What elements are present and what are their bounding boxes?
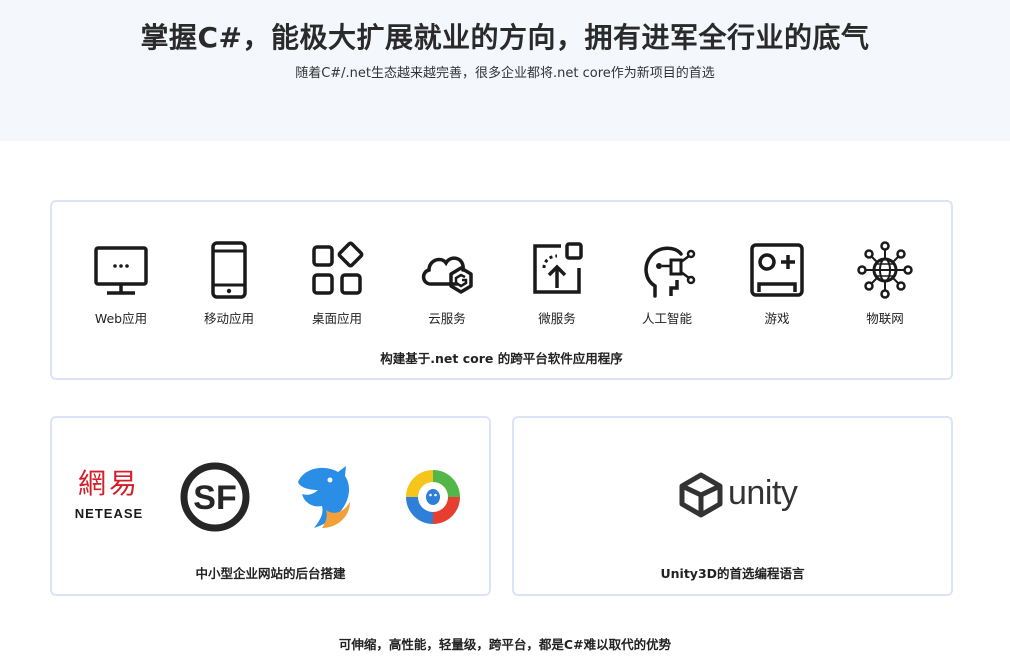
platform-ai[interactable]: 人工智能 xyxy=(612,240,722,327)
sf-express-logo: SF xyxy=(180,462,250,532)
hero-title: 掌握C#，能极大扩展就业的方向，拥有进军全行业的底气 xyxy=(140,21,870,54)
platform-label: 微服务 xyxy=(538,311,576,326)
platform-label: Web应用 xyxy=(94,311,148,326)
platform-microservice[interactable]: 微服务 xyxy=(502,240,612,327)
websites-card: 網易 NETEASE SF 中小型企业网站的后台搭建 xyxy=(50,416,491,596)
footer-text: 可伸缩，高性能，轻量级，跨平台，都是C#难以取代的优势 xyxy=(338,637,672,652)
netease-logo-cn: 網易 xyxy=(77,467,140,500)
platform-label: 移动应用 xyxy=(203,311,254,326)
hero-banner: 掌握C#，能极大扩展就业的方向，拥有进军全行业的底气 随着C#/.net生态越来… xyxy=(0,0,1010,141)
platforms-card: Web应用 移动应用 桌面应用 云服务 微服务 人工智能 游戏 物联网 构建基于… xyxy=(50,200,953,380)
platform-desktop[interactable]: 桌面应用 xyxy=(282,240,392,327)
netease-logo: 網易 NETEASE xyxy=(74,467,144,522)
microservice-icon xyxy=(533,242,583,294)
platform-iot[interactable]: 物联网 xyxy=(830,240,940,327)
platform-label: 人工智能 xyxy=(641,311,692,326)
ai-head-icon xyxy=(644,246,696,298)
unity-cube-icon xyxy=(679,472,723,518)
unity-card: unity Unity3D的首选编程语言 xyxy=(512,416,953,596)
platform-web[interactable]: Web应用 xyxy=(66,240,176,327)
platform-list: Web应用 移动应用 桌面应用 云服务 微服务 人工智能 游戏 物联网 xyxy=(52,240,951,330)
tencent-news-logo xyxy=(406,470,460,524)
ctrip-dolphin-logo xyxy=(298,466,350,528)
mobile-phone-icon xyxy=(211,241,247,299)
platform-label: 游戏 xyxy=(764,311,790,326)
unity-caption: Unity3D的首选编程语言 xyxy=(660,566,805,581)
sf-logo-text: SF xyxy=(193,479,236,517)
netease-logo-en: NETEASE xyxy=(74,506,144,521)
platform-label: 物联网 xyxy=(866,311,904,326)
platform-label: 桌面应用 xyxy=(311,311,362,326)
platform-mobile[interactable]: 移动应用 xyxy=(174,240,284,327)
hero-subtitle: 随着C#/.net生态越来越完善，很多企业都将.net core作为新项目的首选 xyxy=(295,66,715,81)
iot-globe-icon xyxy=(857,241,913,299)
platform-label: 云服务 xyxy=(428,311,466,326)
unity-logo-text: unity xyxy=(728,474,798,512)
monitor-icon xyxy=(94,246,148,295)
cloud-icon xyxy=(421,256,473,294)
platform-game[interactable]: 游戏 xyxy=(722,240,832,327)
platform-cloud[interactable]: 云服务 xyxy=(392,240,502,327)
platforms-caption: 构建基于.net core 的跨平台软件应用程序 xyxy=(380,351,623,366)
app-grid-icon xyxy=(312,241,364,295)
websites-caption: 中小型企业网站的后台搭建 xyxy=(195,566,346,581)
gamepad-icon xyxy=(750,243,804,297)
